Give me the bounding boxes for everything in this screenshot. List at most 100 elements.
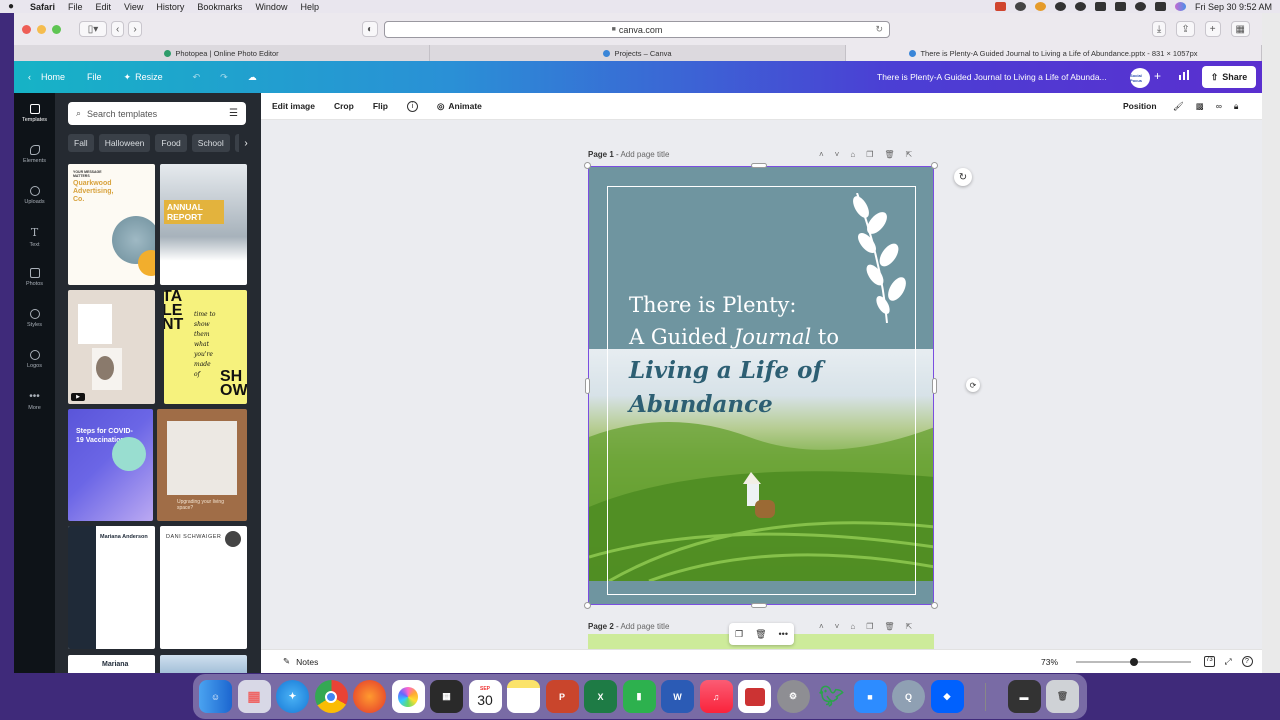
quicktime-icon[interactable]: Q (892, 680, 925, 713)
chevron-up-icon[interactable]: ˄ (819, 622, 824, 631)
trash-icon[interactable]: 🗑︎ (755, 629, 766, 640)
screen-recording-icon[interactable]: ▬ (1007, 680, 1041, 713)
add-page-icon[interactable]: ⇱ (906, 622, 913, 631)
word-icon[interactable]: W (661, 680, 694, 713)
page-title-input[interactable]: Add page title (620, 150, 669, 159)
new-tab-icon[interactable]: + (1204, 21, 1221, 37)
info-icon[interactable]: i (406, 100, 418, 112)
calculator-icon[interactable]: ▦ (430, 680, 463, 713)
template-card[interactable]: ▶ (68, 290, 155, 404)
rotate-icon[interactable]: ⟳ (966, 378, 980, 392)
file-menu-button[interactable]: File (87, 72, 102, 82)
filter-icon[interactable]: ☰ (229, 108, 238, 119)
minimize-window-icon[interactable] (37, 24, 46, 34)
reload-icon[interactable]: ↻ (875, 24, 883, 35)
rail-more[interactable]: ••• More (14, 380, 55, 421)
duplicate-page-icon[interactable]: ❐ (866, 622, 873, 631)
resize-handle[interactable] (751, 163, 767, 168)
menu-edit[interactable]: Edit (96, 2, 112, 12)
menu-window[interactable]: Window (255, 2, 287, 12)
position-button[interactable]: Position (1123, 101, 1157, 111)
template-card[interactable]: DANI SCHWAIGER (160, 526, 247, 649)
menu-help[interactable]: Help (300, 2, 319, 12)
page-title-input[interactable]: Add page title (620, 622, 669, 631)
lock-icon[interactable]: 🔒︎ (1234, 101, 1239, 112)
zoom-level[interactable]: 73% (1041, 657, 1058, 667)
lock-page-icon[interactable]: ⌂ (850, 622, 855, 631)
maximize-window-icon[interactable] (52, 24, 61, 34)
menu-bookmarks[interactable]: Bookmarks (197, 2, 242, 12)
status-app-icon[interactable] (1054, 2, 1066, 11)
zoom-slider-knob[interactable] (1129, 658, 1138, 666)
transparency-icon[interactable]: ▩ (1196, 101, 1204, 112)
resize-handle[interactable] (931, 602, 938, 609)
system-preferences-icon[interactable]: ⚙ (776, 680, 810, 713)
address-bar[interactable]: ■ canva.com ↻ (384, 21, 890, 38)
more-options-icon[interactable]: ••• (779, 629, 788, 639)
sidebar-toggle-button[interactable]: ▯▾ (79, 21, 107, 37)
edit-image-button[interactable]: Edit image (272, 101, 315, 111)
delete-page-icon[interactable]: 🗑︎ (884, 622, 894, 631)
downloads-icon[interactable]: ⤓ (1151, 21, 1167, 37)
safari-icon[interactable]: ✦ (276, 680, 309, 713)
avatar[interactable]: Social Pocus (1130, 68, 1150, 88)
rail-styles[interactable]: Styles (14, 298, 55, 339)
page-1[interactable]: There is Plenty: A Guided Journal to Liv… (588, 166, 934, 605)
insights-icon[interactable] (1178, 69, 1190, 81)
dropbox-icon[interactable]: ◆ (930, 680, 964, 713)
apple-icon[interactable]: ● (8, 1, 18, 12)
chevron-right-icon[interactable]: › (239, 134, 253, 152)
tab-photopea[interactable]: Photopea | Online Photo Editor (14, 45, 430, 61)
resize-handle[interactable] (585, 378, 590, 394)
menu-view[interactable]: View (124, 2, 143, 12)
resize-handle[interactable] (584, 602, 591, 609)
zoom-app-icon[interactable]: ■ (853, 680, 887, 713)
template-card[interactable]: TA LE NT time to show them what you're m… (164, 290, 247, 404)
firefox-icon[interactable] (353, 680, 386, 713)
trash-icon[interactable]: 🗑︎ (1046, 680, 1079, 713)
tab-current-document[interactable]: There is Plenty-A Guided Journal to Livi… (846, 45, 1262, 61)
add-collaborator-icon[interactable]: + (1154, 69, 1161, 83)
link-icon[interactable]: ∞ (1216, 101, 1222, 112)
notes-app-icon[interactable] (507, 680, 540, 713)
control-center-icon[interactable] (1154, 2, 1166, 11)
chevron-down-icon[interactable]: ˅ (835, 150, 840, 159)
privacy-shield-icon[interactable]: ◐ (362, 21, 379, 37)
rail-templates[interactable]: Templates (14, 93, 55, 134)
notes-button[interactable]: ✎ Notes (283, 656, 318, 667)
chip-food[interactable]: Food (155, 134, 187, 152)
title-text-box[interactable]: There is Plenty: A Guided Journal to (629, 289, 839, 353)
battery-icon[interactable] (1114, 2, 1126, 11)
template-card[interactable]: Upgrading your living space? (157, 409, 247, 521)
chrome-icon[interactable] (314, 680, 348, 713)
delete-page-icon[interactable]: 🗑︎ (884, 150, 894, 159)
rail-text[interactable]: T Text (14, 216, 55, 257)
numbers-icon[interactable]: ▮ (622, 680, 656, 713)
chip-halloween[interactable]: Halloween (98, 134, 151, 152)
subtitle-text-box[interactable]: Living a Life of Abundance (629, 354, 822, 422)
share-icon[interactable]: ⇪ (1176, 21, 1195, 37)
launchpad-icon[interactable]: ▦ (237, 680, 271, 713)
template-card[interactable]: ANNUAL REPORT (160, 164, 247, 285)
zoom-slider[interactable] (1076, 658, 1191, 666)
status-app-icon[interactable] (1034, 2, 1046, 11)
document-title[interactable]: There is Plenty-A Guided Journal to Livi… (877, 61, 1107, 93)
siri-icon[interactable] (1174, 2, 1186, 11)
fullscreen-icon[interactable]: ⤢ (1225, 656, 1232, 667)
status-app-icon[interactable] (1014, 2, 1026, 11)
lock-page-icon[interactable]: ⌂ (850, 150, 855, 159)
finder-icon[interactable]: ☺ (199, 680, 232, 713)
paint-roller-icon[interactable]: 🖌︎ (1173, 101, 1184, 112)
menu-file[interactable]: File (68, 2, 83, 12)
powerpoint-icon[interactable]: P (545, 680, 579, 713)
rail-uploads[interactable]: Uploads (14, 175, 55, 216)
rail-elements[interactable]: Elements (14, 134, 55, 175)
template-card[interactable] (160, 655, 247, 673)
help-icon[interactable]: ? (1241, 656, 1253, 667)
resize-handle[interactable] (932, 378, 937, 394)
forward-button[interactable]: › (128, 21, 142, 37)
tab-overview-icon[interactable]: ▦ (1230, 21, 1250, 37)
photos-app-icon[interactable] (391, 680, 425, 713)
wifi-icon[interactable] (1094, 2, 1106, 11)
template-card[interactable]: YOUR MESSAGE MATTERS Quarkwood Advertisi… (68, 164, 155, 285)
